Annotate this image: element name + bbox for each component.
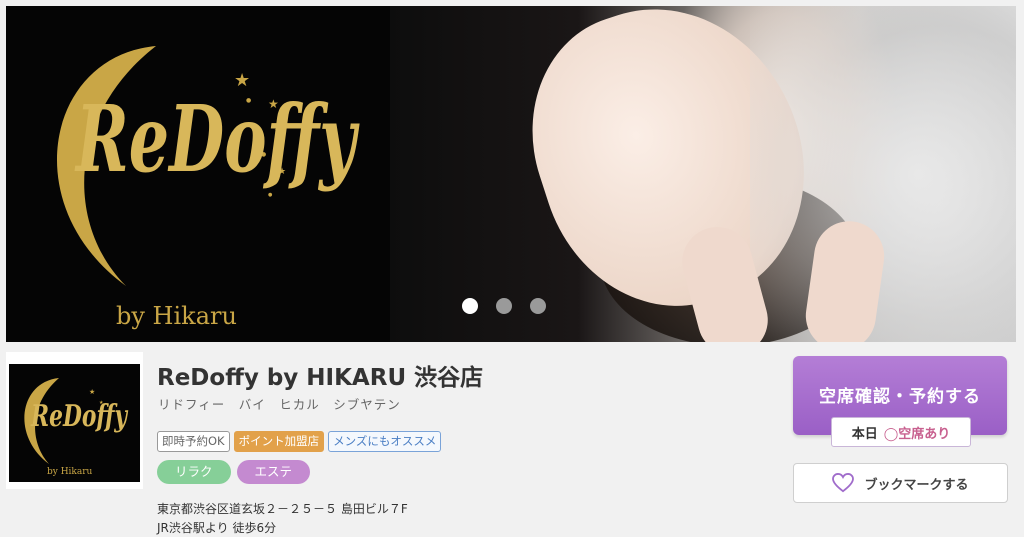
shop-kana: リドフィー バイ ヒカル シブヤテン: [158, 397, 401, 412]
thumbnail-logo: ★ ★ ReDoffy by Hikaru: [9, 364, 140, 482]
today-availability: 本日 ◯空席あり: [831, 417, 971, 447]
slide-indicators: [462, 298, 546, 314]
tag-point-member: ポイント加盟店: [233, 431, 325, 452]
steam-overlay: [750, 6, 1016, 342]
slide-dot-3[interactable]: [530, 298, 546, 314]
logo-wordmark: ReDoffy: [74, 85, 360, 193]
hero-logo: ★ ★ ★ ★ ● ● ● ReDoffy by Hikaru: [6, 6, 390, 342]
hero-slideshow[interactable]: ★ ★ ★ ★ ● ● ● ReDoffy by Hikaru: [6, 6, 1016, 342]
thumb-subtitle: by Hikaru: [47, 467, 93, 477]
bookmark-button[interactable]: ブックマークする: [793, 463, 1008, 503]
bookmark-label: ブックマークする: [864, 477, 969, 493]
reserve-button-label: 空席確認・予約する: [819, 387, 981, 407]
thumb-wordmark: ReDoffy: [30, 399, 129, 434]
tag-instant-reserve: 即時予約OK: [157, 431, 230, 452]
slide-dot-1[interactable]: [462, 298, 478, 314]
tag-mens-recommend: メンズにもオススメ: [328, 431, 442, 452]
svg-text:★: ★: [89, 388, 95, 396]
shop-thumbnail: ★ ★ ReDoffy by Hikaru: [6, 352, 143, 489]
genre-tags: リラク エステ: [157, 460, 311, 484]
shop-address: 東京都渋谷区道玄坂２－２５－５ 島田ビル７F: [157, 502, 408, 516]
hero-photo: [390, 6, 1016, 342]
shop-access: JR渋谷駅より 徒歩6分: [157, 521, 277, 535]
feature-tags: 即時予約OK ポイント加盟店 メンズにもオススメ: [157, 431, 442, 452]
today-status: ◯空席あり: [883, 426, 951, 442]
logo-subtitle: by Hikaru: [116, 302, 237, 330]
genre-este[interactable]: エステ: [236, 460, 311, 484]
genre-relax[interactable]: リラク: [157, 460, 231, 484]
today-label: 本日: [851, 426, 878, 442]
slide-dot-2[interactable]: [496, 298, 512, 314]
shop-name: ReDoffy by HIKARU 渋谷店: [157, 365, 484, 391]
heart-icon: [832, 473, 855, 493]
